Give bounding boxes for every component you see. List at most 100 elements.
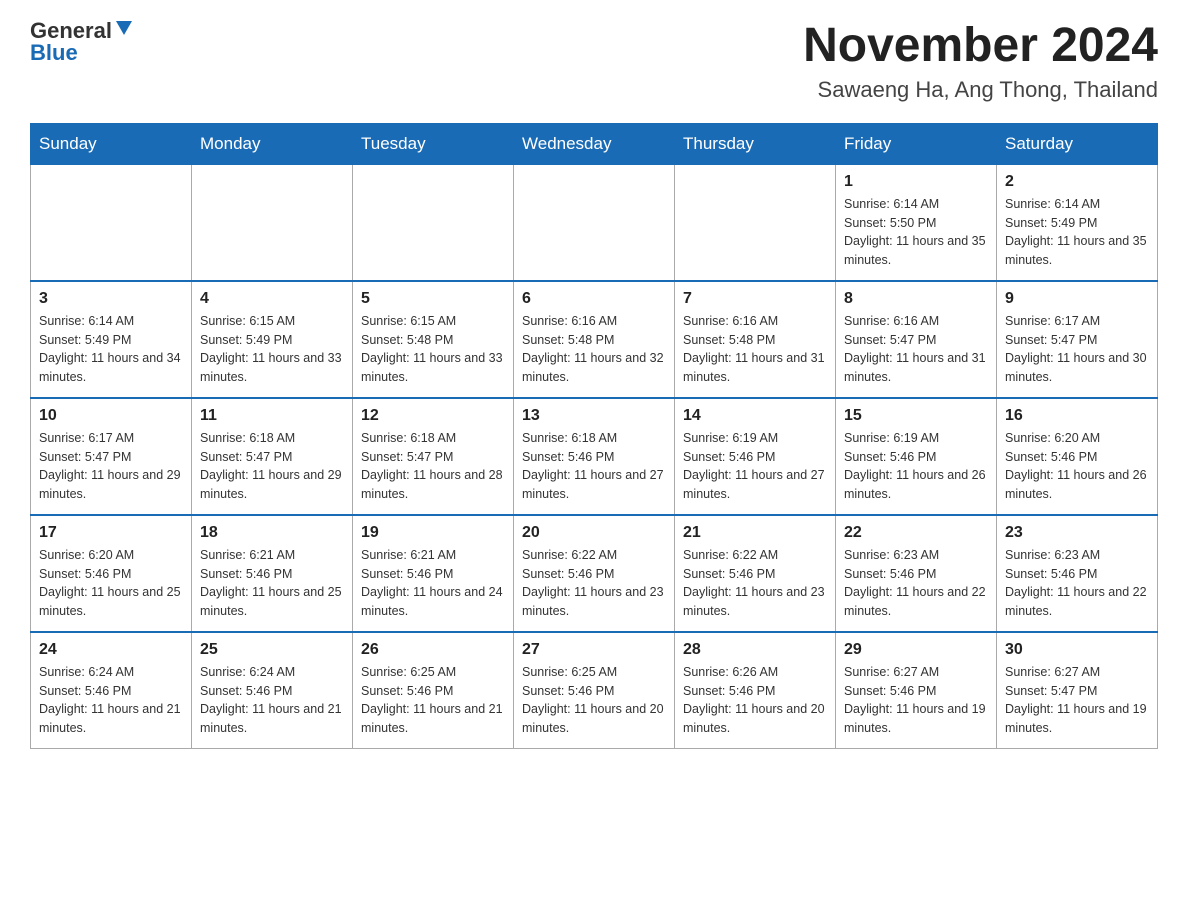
day-number: 18 [200,524,344,542]
day-number: 24 [39,641,183,659]
calendar-day-cell: 19Sunrise: 6:21 AMSunset: 5:46 PMDayligh… [353,515,514,632]
day-number: 22 [844,524,988,542]
day-number: 26 [361,641,505,659]
day-number: 20 [522,524,666,542]
day-info: Sunrise: 6:21 AMSunset: 5:46 PMDaylight:… [361,546,505,621]
day-info: Sunrise: 6:27 AMSunset: 5:47 PMDaylight:… [1005,663,1149,738]
day-number: 13 [522,407,666,425]
day-number: 3 [39,290,183,308]
day-info: Sunrise: 6:25 AMSunset: 5:46 PMDaylight:… [361,663,505,738]
day-info: Sunrise: 6:18 AMSunset: 5:46 PMDaylight:… [522,429,666,504]
day-number: 21 [683,524,827,542]
day-info: Sunrise: 6:26 AMSunset: 5:46 PMDaylight:… [683,663,827,738]
calendar-day-cell: 10Sunrise: 6:17 AMSunset: 5:47 PMDayligh… [31,398,192,515]
calendar-week-row: 3 Sunrise: 6:14 AMSunset: 5:49 PMDaylight… [31,281,1158,398]
calendar-day-cell: 1 Sunrise: 6:14 AMSunset: 5:50 PMDaylight… [836,164,997,281]
month-title: November 2024 [803,20,1158,73]
calendar-header-row: SundayMondayTuesdayWednesdayThursdayFrid… [31,123,1158,164]
calendar-day-cell: 17 Sunrise: 6:20 AMSunset: 5:46 PMDayligh… [31,515,192,632]
calendar-week-row: 17 Sunrise: 6:20 AMSunset: 5:46 PMDayligh… [31,515,1158,632]
calendar-day-cell: 16 Sunrise: 6:20 AMSunset: 5:46 PMDayligh… [997,398,1158,515]
day-info: Sunrise: 6:15 AMSunset: 5:48 PMDaylight:… [361,312,505,387]
day-info: Sunrise: 6:16 AMSunset: 5:47 PMDaylight:… [844,312,988,387]
calendar-day-cell: 29Sunrise: 6:27 AMSunset: 5:46 PMDayligh… [836,632,997,749]
day-number: 14 [683,407,827,425]
day-info: Sunrise: 6:16 AMSunset: 5:48 PMDaylight:… [522,312,666,387]
calendar-week-row: 10Sunrise: 6:17 AMSunset: 5:47 PMDayligh… [31,398,1158,515]
page-header: General Blue November 2024 Sawaeng Ha, A… [30,20,1158,103]
day-number: 9 [1005,290,1149,308]
day-number: 12 [361,407,505,425]
day-number: 1 [844,173,988,191]
day-number: 17 [39,524,183,542]
calendar-day-cell [353,164,514,281]
day-info: Sunrise: 6:20 AMSunset: 5:46 PMDaylight:… [39,546,183,621]
calendar-table: SundayMondayTuesdayWednesdayThursdayFrid… [30,123,1158,749]
day-number: 11 [200,407,344,425]
calendar-day-cell: 21 Sunrise: 6:22 AMSunset: 5:46 PMDayligh… [675,515,836,632]
calendar-day-cell: 30 Sunrise: 6:27 AMSunset: 5:47 PMDayligh… [997,632,1158,749]
day-info: Sunrise: 6:22 AMSunset: 5:46 PMDaylight:… [522,546,666,621]
calendar-day-cell: 5 Sunrise: 6:15 AMSunset: 5:48 PMDaylight… [353,281,514,398]
calendar-day-cell [192,164,353,281]
day-number: 5 [361,290,505,308]
calendar-day-cell: 2Sunrise: 6:14 AMSunset: 5:49 PMDaylight… [997,164,1158,281]
calendar-day-cell: 20 Sunrise: 6:22 AMSunset: 5:46 PMDayligh… [514,515,675,632]
calendar-day-cell: 7 Sunrise: 6:16 AMSunset: 5:48 PMDaylight… [675,281,836,398]
day-number: 23 [1005,524,1149,542]
day-info: Sunrise: 6:16 AMSunset: 5:48 PMDaylight:… [683,312,827,387]
calendar-day-cell: 15 Sunrise: 6:19 AMSunset: 5:46 PMDayligh… [836,398,997,515]
calendar-week-row: 24 Sunrise: 6:24 AMSunset: 5:46 PMDayligh… [31,632,1158,749]
day-number: 6 [522,290,666,308]
day-info: Sunrise: 6:20 AMSunset: 5:46 PMDaylight:… [1005,429,1149,504]
day-info: Sunrise: 6:18 AMSunset: 5:47 PMDaylight:… [361,429,505,504]
calendar-day-header: Sunday [31,123,192,164]
calendar-day-cell: 8 Sunrise: 6:16 AMSunset: 5:47 PMDaylight… [836,281,997,398]
calendar-day-cell [675,164,836,281]
logo-blue-text: Blue [30,42,78,64]
day-info: Sunrise: 6:14 AMSunset: 5:49 PMDaylight:… [39,312,183,387]
day-info: Sunrise: 6:15 AMSunset: 5:49 PMDaylight:… [200,312,344,387]
calendar-day-cell: 11 Sunrise: 6:18 AMSunset: 5:47 PMDayligh… [192,398,353,515]
calendar-day-cell: 27 Sunrise: 6:25 AMSunset: 5:46 PMDayligh… [514,632,675,749]
logo-triangle-icon [116,21,132,35]
day-info: Sunrise: 6:23 AMSunset: 5:46 PMDaylight:… [1005,546,1149,621]
calendar-day-cell [514,164,675,281]
day-number: 25 [200,641,344,659]
day-info: Sunrise: 6:24 AMSunset: 5:46 PMDaylight:… [39,663,183,738]
day-info: Sunrise: 6:19 AMSunset: 5:46 PMDaylight:… [844,429,988,504]
day-number: 7 [683,290,827,308]
day-info: Sunrise: 6:17 AMSunset: 5:47 PMDaylight:… [39,429,183,504]
day-number: 30 [1005,641,1149,659]
calendar-day-cell: 6 Sunrise: 6:16 AMSunset: 5:48 PMDaylight… [514,281,675,398]
day-number: 15 [844,407,988,425]
calendar-day-cell [31,164,192,281]
day-info: Sunrise: 6:25 AMSunset: 5:46 PMDaylight:… [522,663,666,738]
calendar-day-cell: 14Sunrise: 6:19 AMSunset: 5:46 PMDayligh… [675,398,836,515]
day-number: 27 [522,641,666,659]
calendar-day-cell: 3 Sunrise: 6:14 AMSunset: 5:49 PMDaylight… [31,281,192,398]
calendar-day-header: Tuesday [353,123,514,164]
calendar-day-cell: 22 Sunrise: 6:23 AMSunset: 5:46 PMDayligh… [836,515,997,632]
calendar-day-cell: 25Sunrise: 6:24 AMSunset: 5:46 PMDayligh… [192,632,353,749]
calendar-day-header: Thursday [675,123,836,164]
calendar-day-header: Wednesday [514,123,675,164]
calendar-day-header: Friday [836,123,997,164]
day-number: 4 [200,290,344,308]
calendar-day-cell: 24 Sunrise: 6:24 AMSunset: 5:46 PMDayligh… [31,632,192,749]
day-info: Sunrise: 6:23 AMSunset: 5:46 PMDaylight:… [844,546,988,621]
day-info: Sunrise: 6:22 AMSunset: 5:46 PMDaylight:… [683,546,827,621]
calendar-day-cell: 4 Sunrise: 6:15 AMSunset: 5:49 PMDaylight… [192,281,353,398]
day-info: Sunrise: 6:14 AMSunset: 5:49 PMDaylight:… [1005,195,1149,270]
day-info: Sunrise: 6:21 AMSunset: 5:46 PMDaylight:… [200,546,344,621]
calendar-week-row: 1 Sunrise: 6:14 AMSunset: 5:50 PMDaylight… [31,164,1158,281]
day-info: Sunrise: 6:27 AMSunset: 5:46 PMDaylight:… [844,663,988,738]
calendar-day-cell: 18 Sunrise: 6:21 AMSunset: 5:46 PMDayligh… [192,515,353,632]
day-info: Sunrise: 6:18 AMSunset: 5:47 PMDaylight:… [200,429,344,504]
day-info: Sunrise: 6:14 AMSunset: 5:50 PMDaylight:… [844,195,988,270]
calendar-day-cell: 12 Sunrise: 6:18 AMSunset: 5:47 PMDayligh… [353,398,514,515]
calendar-day-cell: 9Sunrise: 6:17 AMSunset: 5:47 PMDaylight… [997,281,1158,398]
day-number: 8 [844,290,988,308]
day-number: 16 [1005,407,1149,425]
day-number: 28 [683,641,827,659]
